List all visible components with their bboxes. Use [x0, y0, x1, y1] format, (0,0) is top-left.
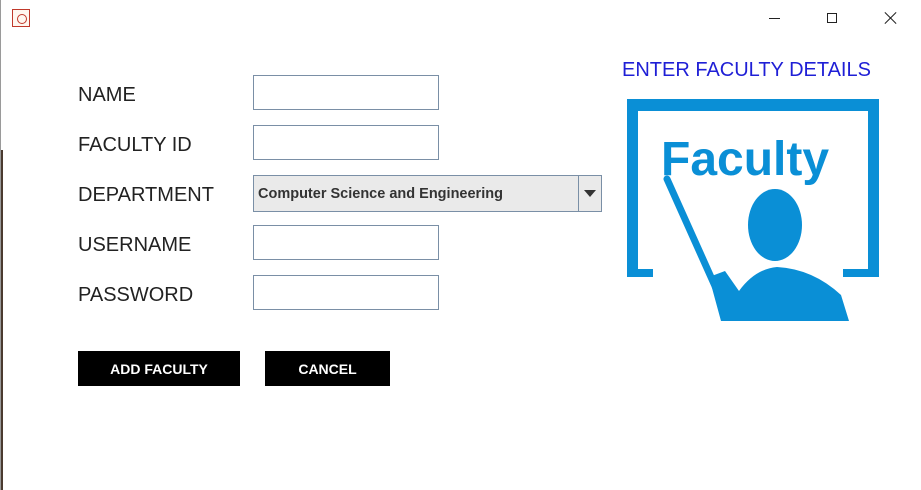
add-faculty-button[interactable]: ADD FACULTY [78, 351, 240, 386]
department-selected-value: Computer Science and Engineering [258, 185, 503, 202]
faculty-id-label: FACULTY ID [78, 134, 192, 156]
department-dropdown[interactable]: Computer Science and Engineering [253, 175, 602, 212]
close-icon [884, 11, 898, 25]
minimize-icon [768, 17, 780, 19]
close-button[interactable] [868, 0, 914, 36]
page-title: ENTER FACULTY DETAILS [622, 59, 871, 81]
name-label: NAME [78, 84, 136, 106]
chevron-down-icon [584, 190, 596, 197]
window-edge [1, 150, 3, 490]
maximize-icon [827, 13, 837, 23]
cancel-button[interactable]: CANCEL [265, 351, 390, 386]
dropdown-arrow-button[interactable] [578, 176, 601, 211]
maximize-button[interactable] [809, 0, 855, 36]
username-input[interactable] [253, 225, 439, 260]
faculty-logo: Faculty [627, 99, 879, 321]
password-input[interactable] [253, 275, 439, 310]
logo-label: Faculty [661, 133, 829, 186]
app-icon [12, 9, 30, 27]
minimize-button[interactable] [751, 0, 797, 36]
faculty-window: NAME FACULTY ID DEPARTMENT USERNAME PASS… [0, 0, 921, 490]
name-input[interactable] [253, 75, 439, 110]
password-label: PASSWORD [78, 284, 194, 306]
username-label: USERNAME [78, 234, 192, 256]
department-label: DEPARTMENT [78, 184, 214, 206]
faculty-id-input[interactable] [253, 125, 439, 160]
